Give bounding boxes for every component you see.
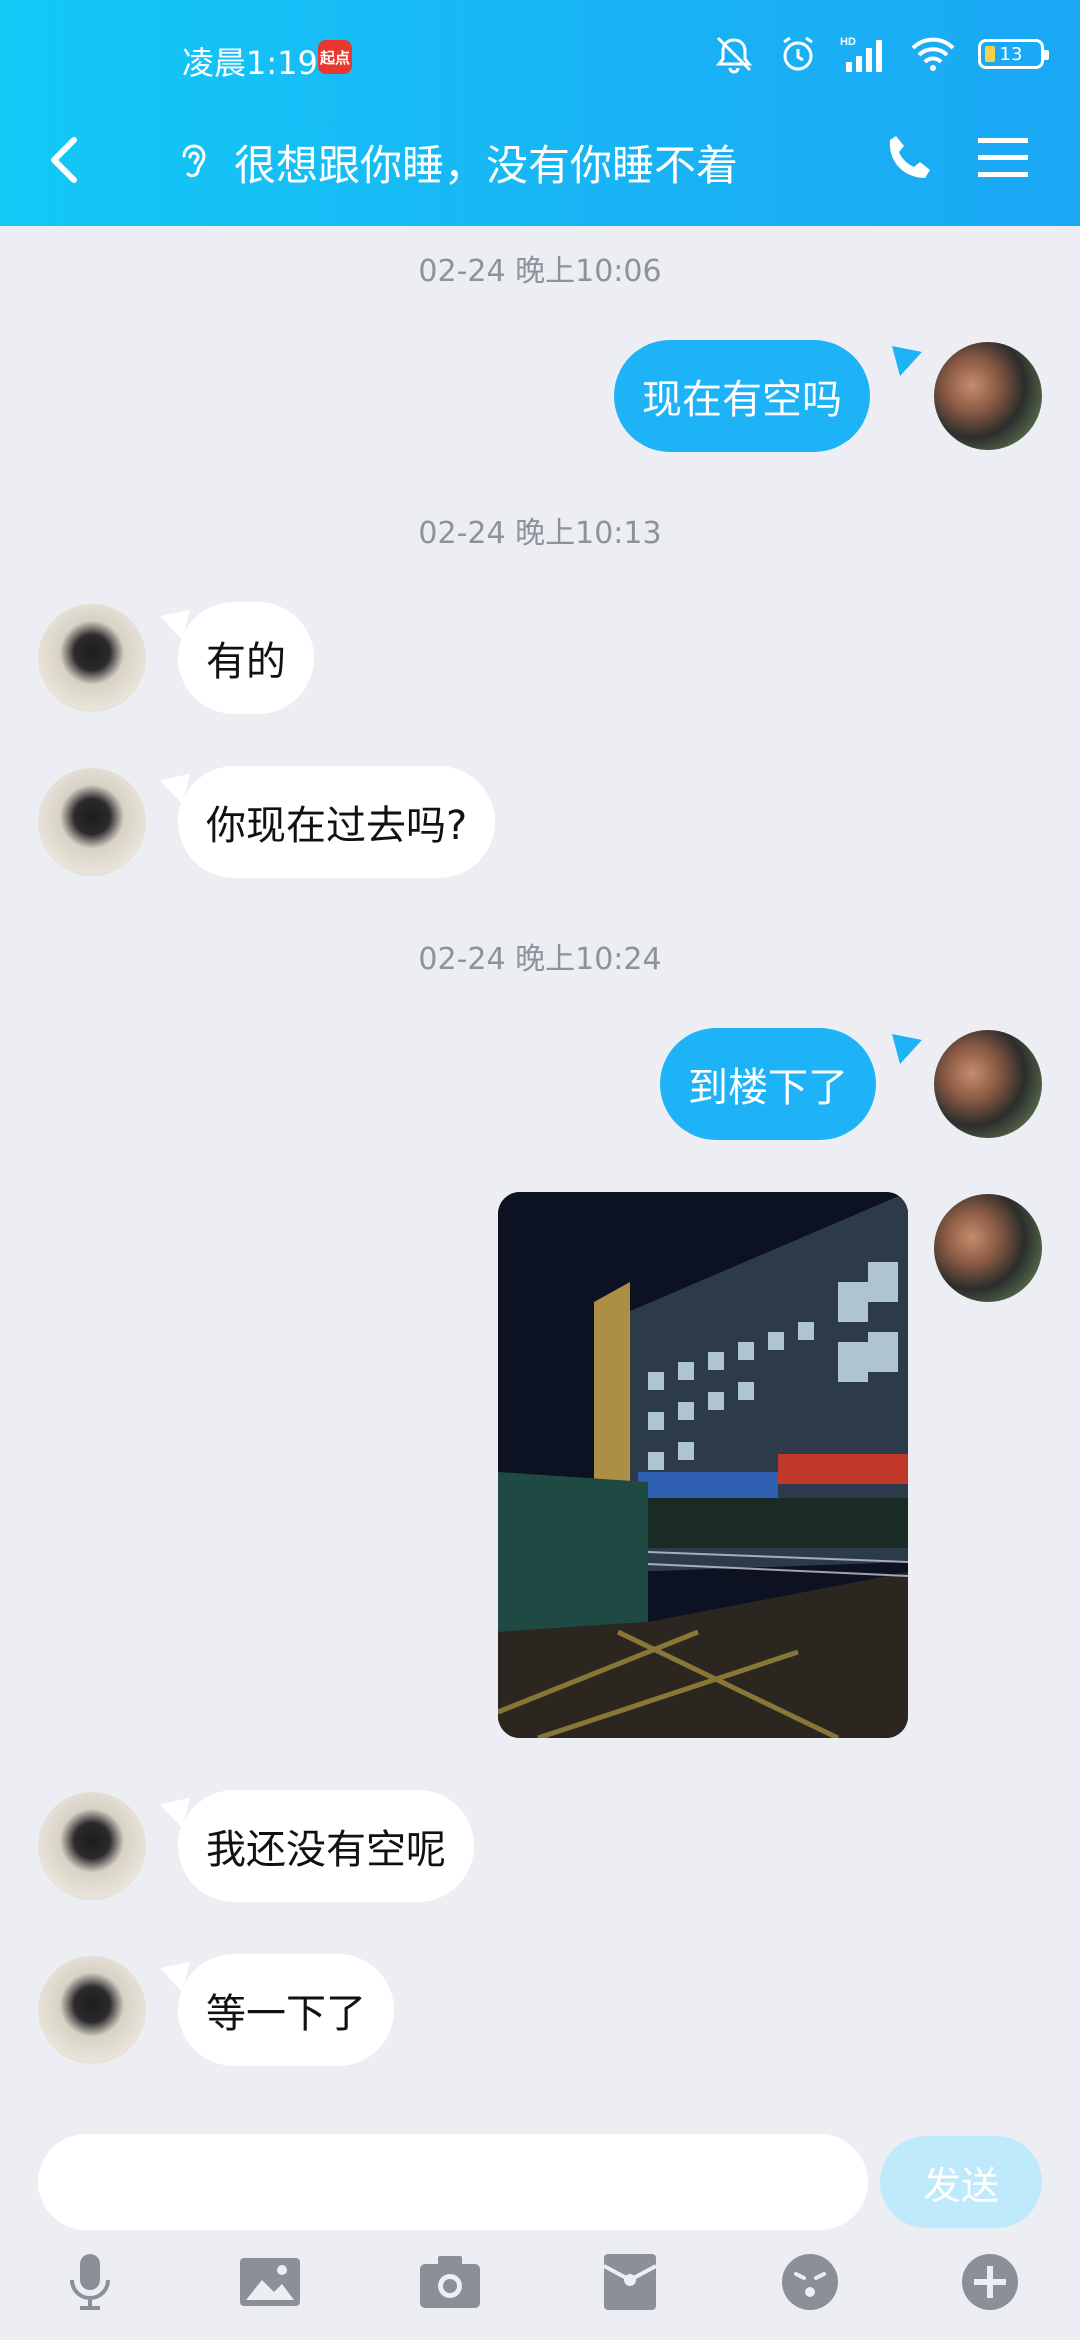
incoming-message[interactable]: 我还没有空呢 (178, 1790, 474, 1902)
incoming-message[interactable]: 等一下了 (178, 1954, 394, 2066)
contact-avatar[interactable] (38, 1956, 146, 2064)
my-avatar[interactable] (934, 342, 1042, 450)
bubble-tail (892, 346, 922, 376)
contact-avatar[interactable] (38, 768, 146, 876)
chat-header: 凌晨1:19 起点 HD 13 很想跟你睡，没有你睡不着 (0, 0, 1080, 226)
status-icons: HD 13 (712, 34, 1049, 74)
input-toolbar (0, 2250, 1080, 2340)
chat-title: 很想跟你睡，没有你睡不着 (234, 141, 739, 190)
camera-icon[interactable] (418, 2250, 482, 2314)
outgoing-message[interactable]: 到楼下了 (660, 1028, 876, 1140)
contact-avatar[interactable] (38, 1792, 146, 1900)
battery-icon: 13 (978, 39, 1049, 69)
menu-icon[interactable] (976, 134, 1030, 182)
svg-text:HD: HD (840, 36, 856, 48)
message-timestamp: 02-24 晚上10:13 (418, 516, 662, 551)
back-icon[interactable] (44, 130, 84, 190)
mute-icon (715, 36, 753, 74)
red-packet-icon[interactable] (598, 2250, 662, 2314)
contact-avatar[interactable] (38, 604, 146, 712)
message-input[interactable] (38, 2134, 868, 2230)
incoming-message[interactable]: 有的 (178, 602, 314, 714)
wifi-icon (911, 37, 955, 71)
battery-level: 13 (999, 43, 1023, 65)
phone-icon[interactable] (884, 132, 934, 182)
emoji-icon[interactable] (778, 2250, 842, 2314)
message-timestamp: 02-24 晚上10:06 (418, 254, 662, 289)
incoming-message[interactable]: 你现在过去吗? (178, 766, 496, 878)
status-time: 凌晨1:19 (182, 44, 318, 82)
message-timestamp: 02-24 晚上10:24 (418, 942, 662, 977)
ear-icon[interactable] (176, 140, 212, 186)
alarm-icon (783, 36, 813, 71)
my-avatar[interactable] (934, 1030, 1042, 1138)
night-building-photo (498, 1192, 908, 1738)
bubble-tail (892, 1034, 922, 1064)
microphone-icon[interactable] (58, 2250, 122, 2314)
outgoing-message[interactable]: 现在有空吗 (614, 340, 870, 452)
image-icon[interactable] (238, 2250, 302, 2314)
signal-icon: HD (840, 36, 882, 72)
app-notification-icon: 起点 (318, 40, 352, 74)
my-avatar[interactable] (934, 1194, 1042, 1302)
plus-icon[interactable] (958, 2250, 1022, 2314)
send-button[interactable]: 发送 (880, 2136, 1042, 2228)
image-message[interactable] (498, 1192, 908, 1738)
